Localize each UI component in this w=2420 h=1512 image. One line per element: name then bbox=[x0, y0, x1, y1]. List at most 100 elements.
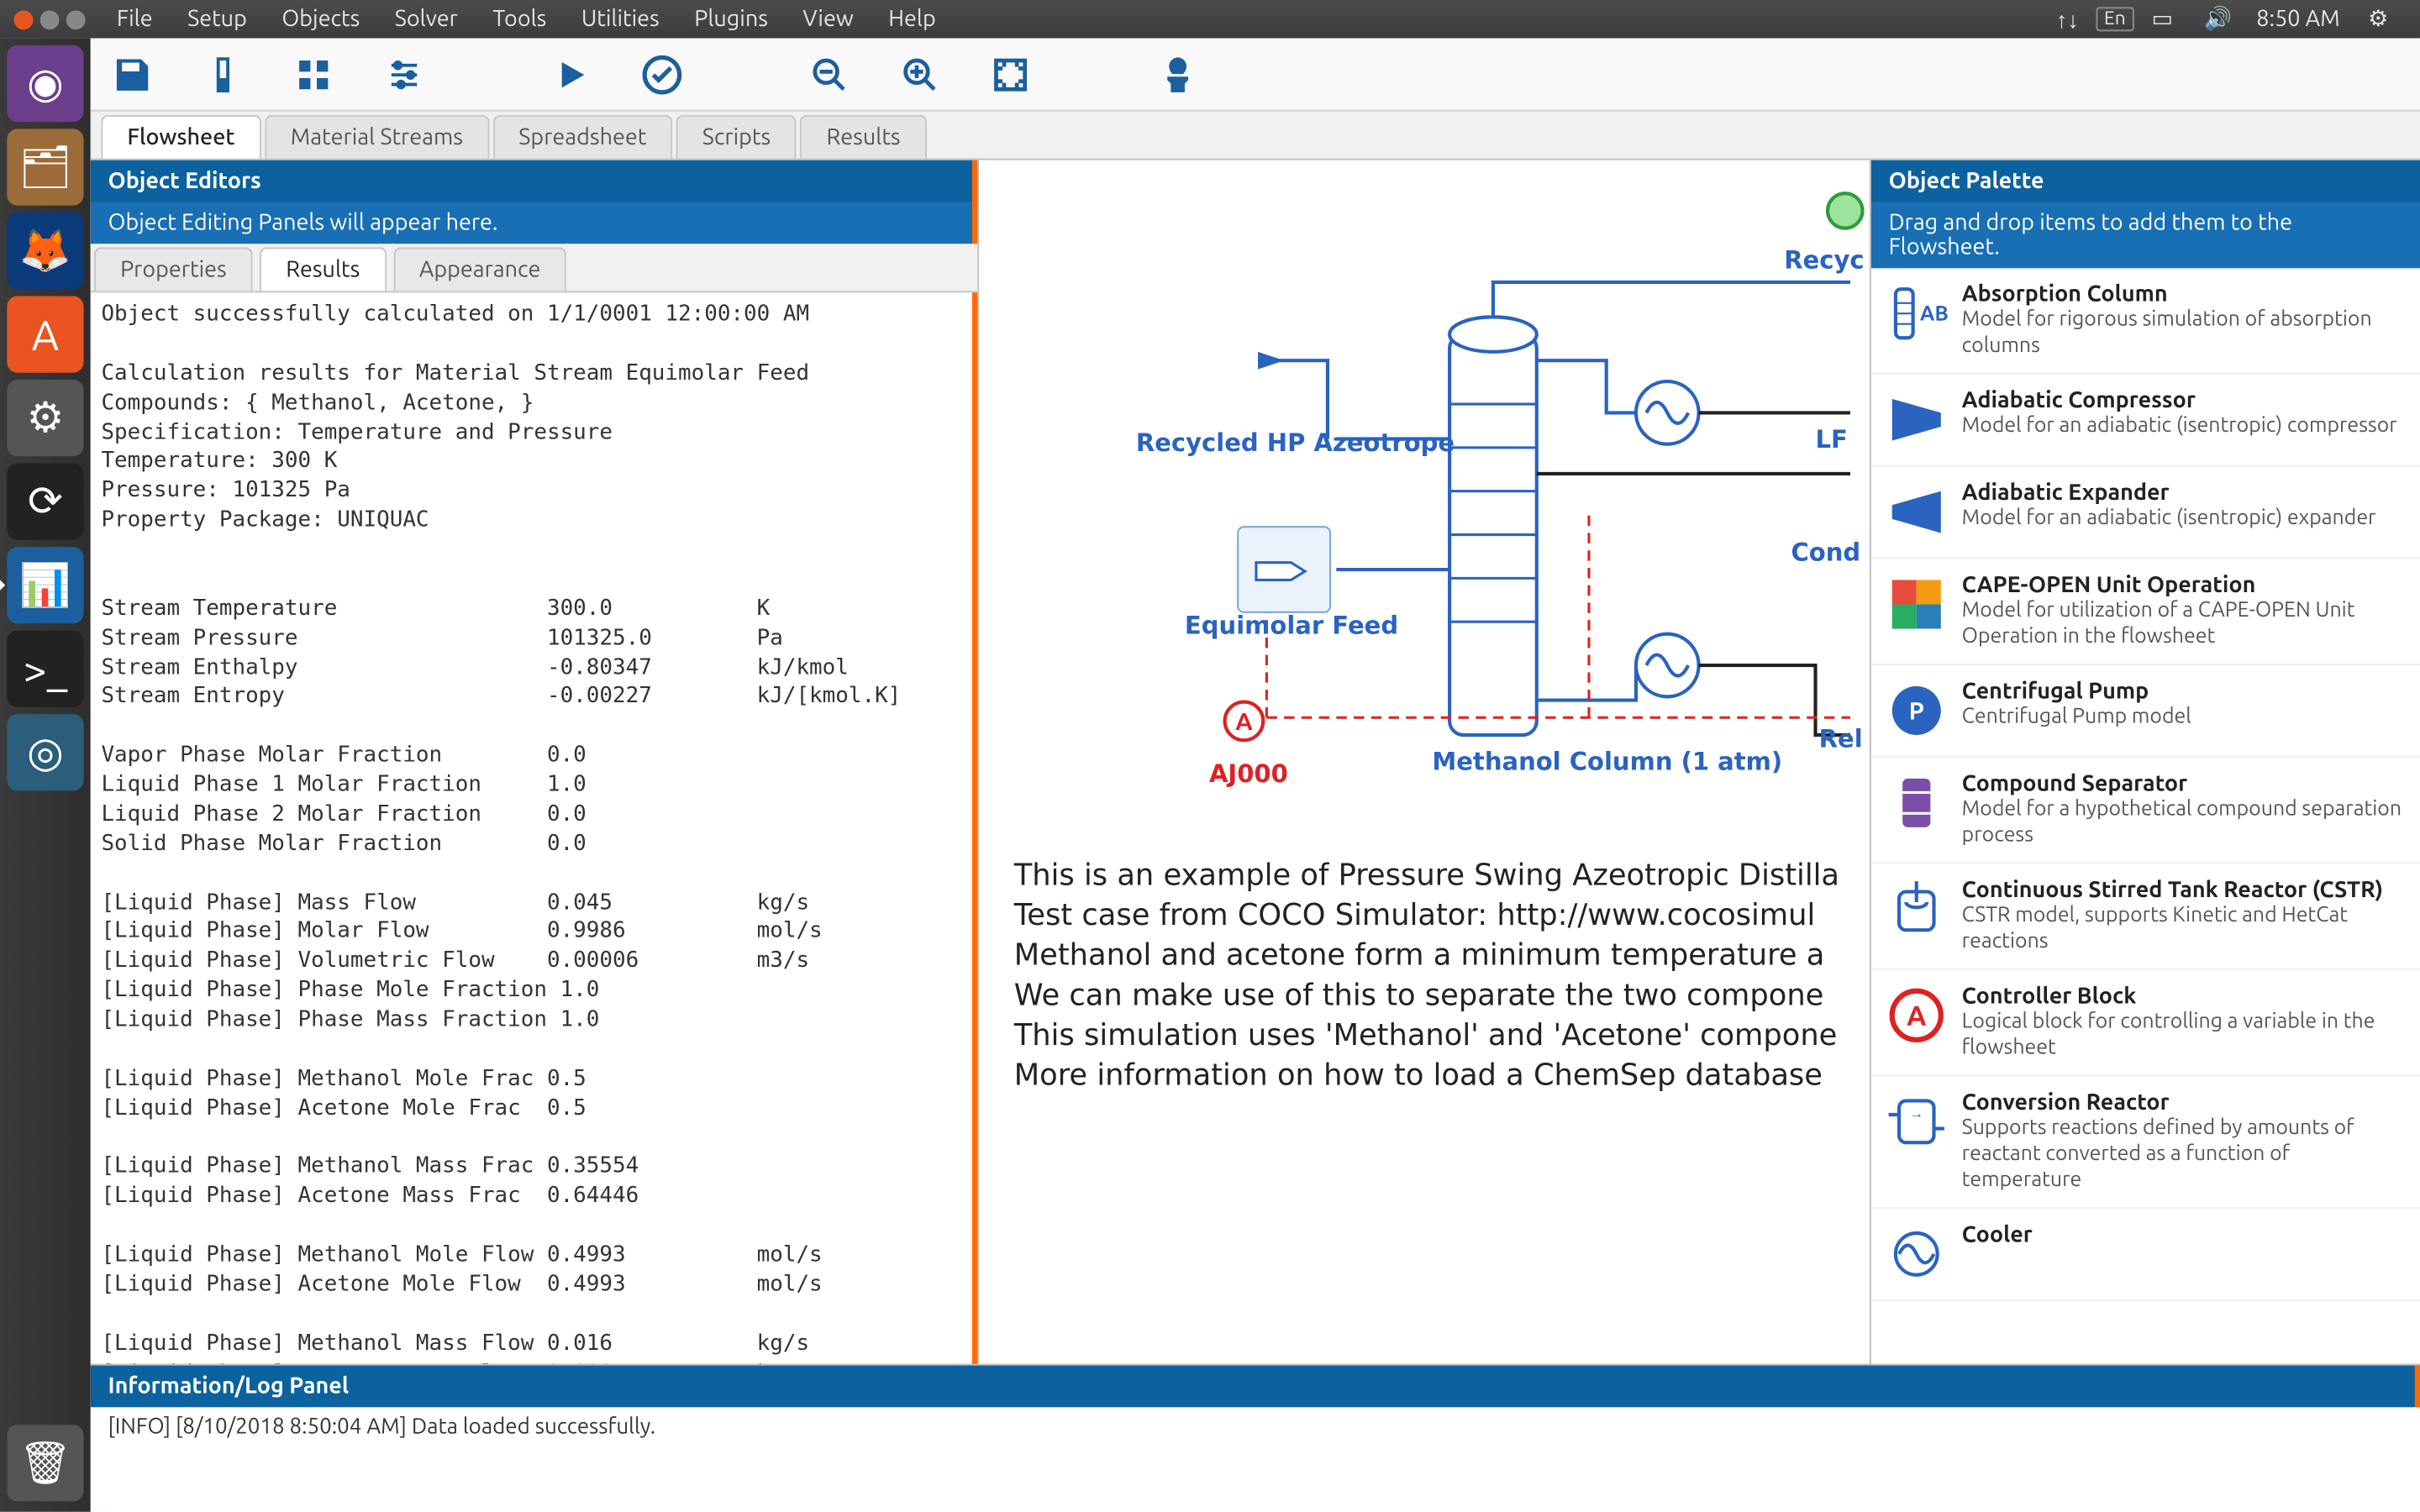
launcher-other-icon[interactable]: ◎ bbox=[7, 714, 83, 790]
pump-icon: P bbox=[1885, 680, 1948, 743]
palette-item-desc: Model for a hypothetical compound separa… bbox=[1962, 796, 2407, 848]
palette-item-compressor[interactable]: Adiabatic Compressor Model for an adiaba… bbox=[1871, 375, 2420, 467]
volume-icon[interactable]: 🔊 bbox=[2190, 5, 2245, 33]
language-indicator[interactable]: En bbox=[2096, 7, 2135, 31]
label-methanol-column: Methanol Column (1 atm) bbox=[1432, 749, 1782, 777]
network-icon[interactable]: ↑↓ bbox=[2039, 5, 2095, 33]
object-palette-subtext: Drag and drop items to add them to the F… bbox=[1871, 202, 2420, 269]
battery-icon[interactable]: ▭ bbox=[2134, 5, 2190, 33]
launcher-files-icon[interactable]: 🗂 bbox=[7, 129, 83, 205]
log-panel-header: Information/Log Panel bbox=[91, 1366, 2420, 1408]
palette-item-capeopen[interactable]: CAPE-OPEN Unit Operation Model for utili… bbox=[1871, 559, 2420, 665]
launcher-terminal-icon[interactable]: >_ bbox=[7, 631, 83, 707]
launcher-dwsim-icon[interactable]: 📊 bbox=[7, 547, 83, 623]
window-minimize-button[interactable] bbox=[40, 9, 60, 29]
equimolar-feed-block[interactable] bbox=[1237, 526, 1331, 613]
svg-text:→: → bbox=[1909, 1106, 1923, 1121]
app-window: Flowsheet Material Streams Spreadsheet S… bbox=[91, 39, 2420, 1512]
compressor-icon bbox=[1885, 388, 1948, 451]
gear-icon[interactable]: ⚙ bbox=[2350, 5, 2406, 33]
recycle-badge[interactable] bbox=[1826, 192, 1865, 230]
object-palette-panel: Object Palette Drag and drop items to ad… bbox=[1870, 160, 2420, 1364]
clock[interactable]: 8:50 AM bbox=[2246, 7, 2350, 31]
launcher-settings-icon[interactable]: ⚙ bbox=[7, 380, 83, 456]
object-editors-header: Object Editors bbox=[91, 160, 977, 202]
sliders-icon[interactable] bbox=[380, 50, 429, 98]
menu-utilities[interactable]: Utilities bbox=[564, 7, 676, 31]
palette-item-cstr[interactable]: Continuous Stirred Tank Reactor (CSTR) C… bbox=[1871, 864, 2420, 969]
palette-item-title: Continuous Stirred Tank Reactor (CSTR) bbox=[1962, 878, 2407, 902]
cooler-icon bbox=[1885, 1223, 1948, 1286]
window-maximize-button[interactable] bbox=[66, 9, 86, 29]
menu-solver[interactable]: Solver bbox=[377, 7, 476, 31]
label-recyc: Recyc bbox=[1784, 247, 1864, 275]
tab-scripts[interactable]: Scripts bbox=[676, 115, 797, 159]
top-menu-bar: File Setup Objects Solver Tools Utilitie… bbox=[0, 0, 2420, 39]
log-panel-body[interactable]: [INFO] [8/10/2018 8:50:04 AM] Data loade… bbox=[91, 1408, 2420, 1512]
launcher-dash-icon[interactable]: ◉ bbox=[7, 45, 83, 122]
zoom-in-icon[interactable] bbox=[896, 50, 944, 98]
object-editors-panel: Object Editors Object Editing Panels wil… bbox=[91, 160, 979, 1364]
tab-spreadsheet[interactable]: Spreadsheet bbox=[492, 115, 672, 159]
menu-help[interactable]: Help bbox=[871, 7, 954, 31]
zoom-fit-icon[interactable] bbox=[986, 50, 1035, 98]
object-palette-header: Object Palette bbox=[1871, 160, 2420, 202]
svg-text:AB: AB bbox=[1920, 302, 1948, 325]
palette-item-title: Cooler bbox=[1962, 1223, 2407, 1247]
grid-icon[interactable] bbox=[289, 50, 338, 98]
palette-item-title: Compound Separator bbox=[1962, 772, 2407, 796]
palette-item-desc: Logical block for controlling a variable… bbox=[1962, 1009, 2407, 1061]
label-recycled-hp: Recycled HP Azeotrope bbox=[1136, 430, 1455, 458]
palette-item-absorption[interactable]: AB Absorption Column Model for rigorous … bbox=[1871, 268, 2420, 374]
palette-item-desc: CSTR model, supports Kinetic and HetCat … bbox=[1962, 902, 2407, 954]
palette-item-controller[interactable]: A Controller Block Logical block for con… bbox=[1871, 970, 2420, 1076]
flowsheet-canvas[interactable]: A Recycled HP Azeotrope Equimolar Feed M… bbox=[979, 160, 1870, 1364]
trash-launcher-icon[interactable]: 🗑 bbox=[7, 1425, 83, 1501]
zoom-out-icon[interactable] bbox=[805, 50, 854, 98]
launcher-firefox-icon[interactable]: 🦊 bbox=[7, 213, 83, 289]
svg-text:P: P bbox=[1909, 697, 1924, 724]
save-icon[interactable] bbox=[108, 50, 157, 98]
results-text[interactable]: Object successfully calculated on 1/1/00… bbox=[91, 292, 977, 1363]
svg-text:A: A bbox=[1907, 1000, 1926, 1032]
window-controls bbox=[14, 9, 86, 29]
palette-item-cooler[interactable]: Cooler bbox=[1871, 1209, 2420, 1301]
tab-appearance[interactable]: Appearance bbox=[393, 247, 567, 291]
palette-item-title: CAPE-OPEN Unit Operation bbox=[1962, 573, 2407, 597]
menu-file[interactable]: File bbox=[99, 7, 170, 31]
menu-setup[interactable]: Setup bbox=[170, 7, 264, 31]
tab-editor-results[interactable]: Results bbox=[260, 247, 386, 291]
tab-material-streams[interactable]: Material Streams bbox=[265, 115, 489, 159]
absorption-icon: AB bbox=[1885, 282, 1948, 345]
menu-view[interactable]: View bbox=[786, 7, 871, 31]
label-equimolar-feed: Equimolar Feed bbox=[1185, 613, 1398, 641]
palette-item-title: Controller Block bbox=[1962, 984, 2407, 1008]
palette-item-separator[interactable]: Compound Separator Model for a hypotheti… bbox=[1871, 758, 2420, 864]
window-close-button[interactable] bbox=[14, 9, 34, 29]
palette-item-desc: Centrifugal Pump model bbox=[1962, 704, 2407, 730]
menu-plugins[interactable]: Plugins bbox=[676, 7, 785, 31]
palette-list[interactable]: AB Absorption Column Model for rigorous … bbox=[1871, 268, 2420, 1363]
launcher-updater-icon[interactable]: ⟳ bbox=[7, 464, 83, 540]
play-icon[interactable] bbox=[547, 50, 596, 98]
tab-properties[interactable]: Properties bbox=[94, 247, 253, 291]
tab-results[interactable]: Results bbox=[800, 115, 926, 159]
check-circle-icon[interactable] bbox=[638, 50, 687, 98]
tab-flowsheet[interactable]: Flowsheet bbox=[101, 115, 260, 159]
palette-item-title: Centrifugal Pump bbox=[1962, 680, 2407, 704]
launcher-software-icon[interactable]: A bbox=[7, 296, 83, 372]
log-panel: Information/Log Panel [INFO] [8/10/2018 … bbox=[91, 1364, 2420, 1512]
inspector-icon[interactable] bbox=[1154, 50, 1202, 98]
adjust-badge[interactable]: A bbox=[1223, 701, 1265, 743]
menu-tools[interactable]: Tools bbox=[476, 7, 564, 31]
component-icon[interactable] bbox=[198, 50, 247, 98]
palette-item-title: Adiabatic Expander bbox=[1962, 480, 2407, 505]
label-lf: LF bbox=[1816, 427, 1848, 454]
palette-item-convreactor[interactable]: → Conversion Reactor Supports reactions … bbox=[1871, 1076, 2420, 1209]
separator-icon bbox=[1885, 772, 1948, 835]
palette-item-expander[interactable]: Adiabatic Expander Model for an adiabati… bbox=[1871, 467, 2420, 559]
capeopen-icon bbox=[1885, 573, 1948, 636]
object-editors-subtext: Object Editing Panels will appear here. bbox=[91, 202, 977, 244]
menu-objects[interactable]: Objects bbox=[265, 7, 377, 31]
palette-item-pump[interactable]: P Centrifugal Pump Centrifugal Pump mode… bbox=[1871, 665, 2420, 758]
